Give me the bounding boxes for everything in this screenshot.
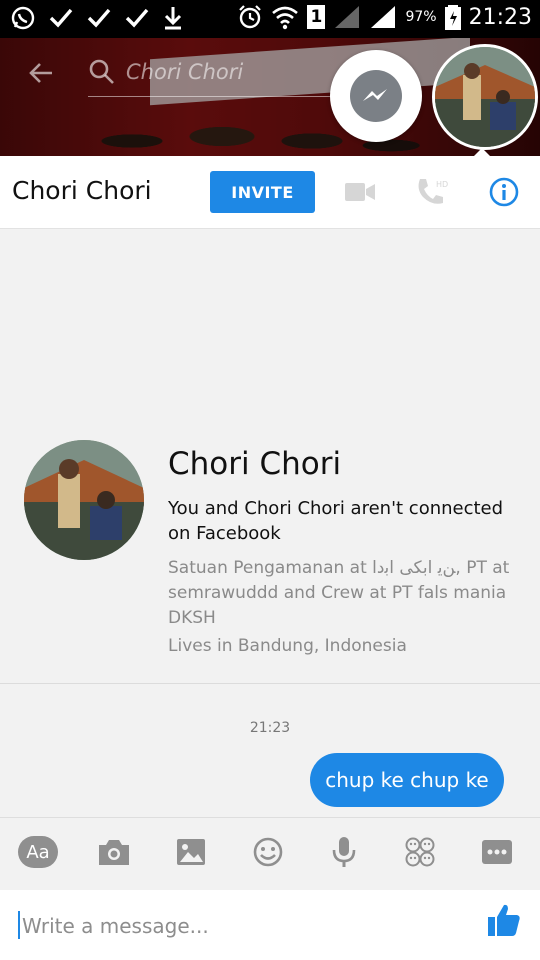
search-icon[interactable] (88, 58, 116, 86)
messenger-button[interactable] (330, 50, 422, 142)
download-icon (164, 7, 182, 30)
svg-text:HD: HD (436, 180, 448, 189)
check-icon (125, 8, 149, 28)
location-info: Lives in Bandung, Indonesia (168, 636, 407, 656)
info-icon[interactable] (488, 176, 520, 208)
check-icon (87, 8, 111, 28)
stickers-button[interactable] (400, 834, 440, 870)
video-call-icon[interactable] (344, 180, 376, 204)
battery-icon (444, 5, 461, 30)
status-bar: 1 97% 21:23 (0, 0, 540, 38)
profile-avatar[interactable] (24, 440, 144, 560)
camera-button[interactable] (94, 834, 134, 870)
signal-icon (371, 6, 396, 28)
emoji-button[interactable] (248, 834, 288, 870)
gallery-icon (177, 839, 205, 865)
microphone-button[interactable] (324, 834, 364, 870)
sent-message-bubble[interactable]: chup ke chup ke (310, 753, 504, 807)
gallery-button[interactable] (171, 834, 211, 870)
check-icon (49, 8, 73, 28)
search-field[interactable]: Chori Chori (126, 60, 243, 84)
wifi-icon (272, 6, 299, 30)
profile-name: Chori Chori (168, 446, 342, 482)
conversation-title: Chori Chori (12, 176, 152, 205)
camera-icon (99, 840, 129, 865)
text-format-icon: Aa (18, 836, 58, 868)
whatsapp-icon (11, 6, 35, 30)
divider (0, 683, 540, 684)
sim-badge: 1 (307, 5, 326, 29)
microphone-icon (332, 837, 356, 867)
text-format-button[interactable]: Aa (18, 834, 58, 870)
status-time: 21:23 (468, 4, 532, 30)
more-button[interactable] (477, 834, 517, 870)
hd-call-icon[interactable]: HD (414, 176, 448, 208)
battery-percent: 97% (405, 9, 437, 25)
header-avatar[interactable] (432, 44, 538, 150)
signal-icon (335, 6, 360, 28)
invite-button[interactable]: INVITE (210, 171, 315, 213)
search-underline (88, 96, 348, 97)
stickers-icon (405, 837, 435, 867)
work-info: Satuan Pengamanan at ﻦﻳ ﺍﺑﻜﯽ ﺍﺑﺩﺍ, PT at… (168, 558, 510, 628)
message-timestamp: 21:23 (249, 720, 291, 736)
messenger-icon (350, 70, 402, 122)
more-icon (482, 840, 512, 864)
like-icon[interactable] (486, 902, 522, 938)
message-input[interactable] (20, 904, 464, 948)
connection-status: You and Chori Chori aren't connected on … (168, 498, 504, 544)
back-arrow-icon[interactable] (26, 58, 56, 88)
emoji-icon (253, 837, 283, 867)
alarm-icon (239, 5, 262, 29)
